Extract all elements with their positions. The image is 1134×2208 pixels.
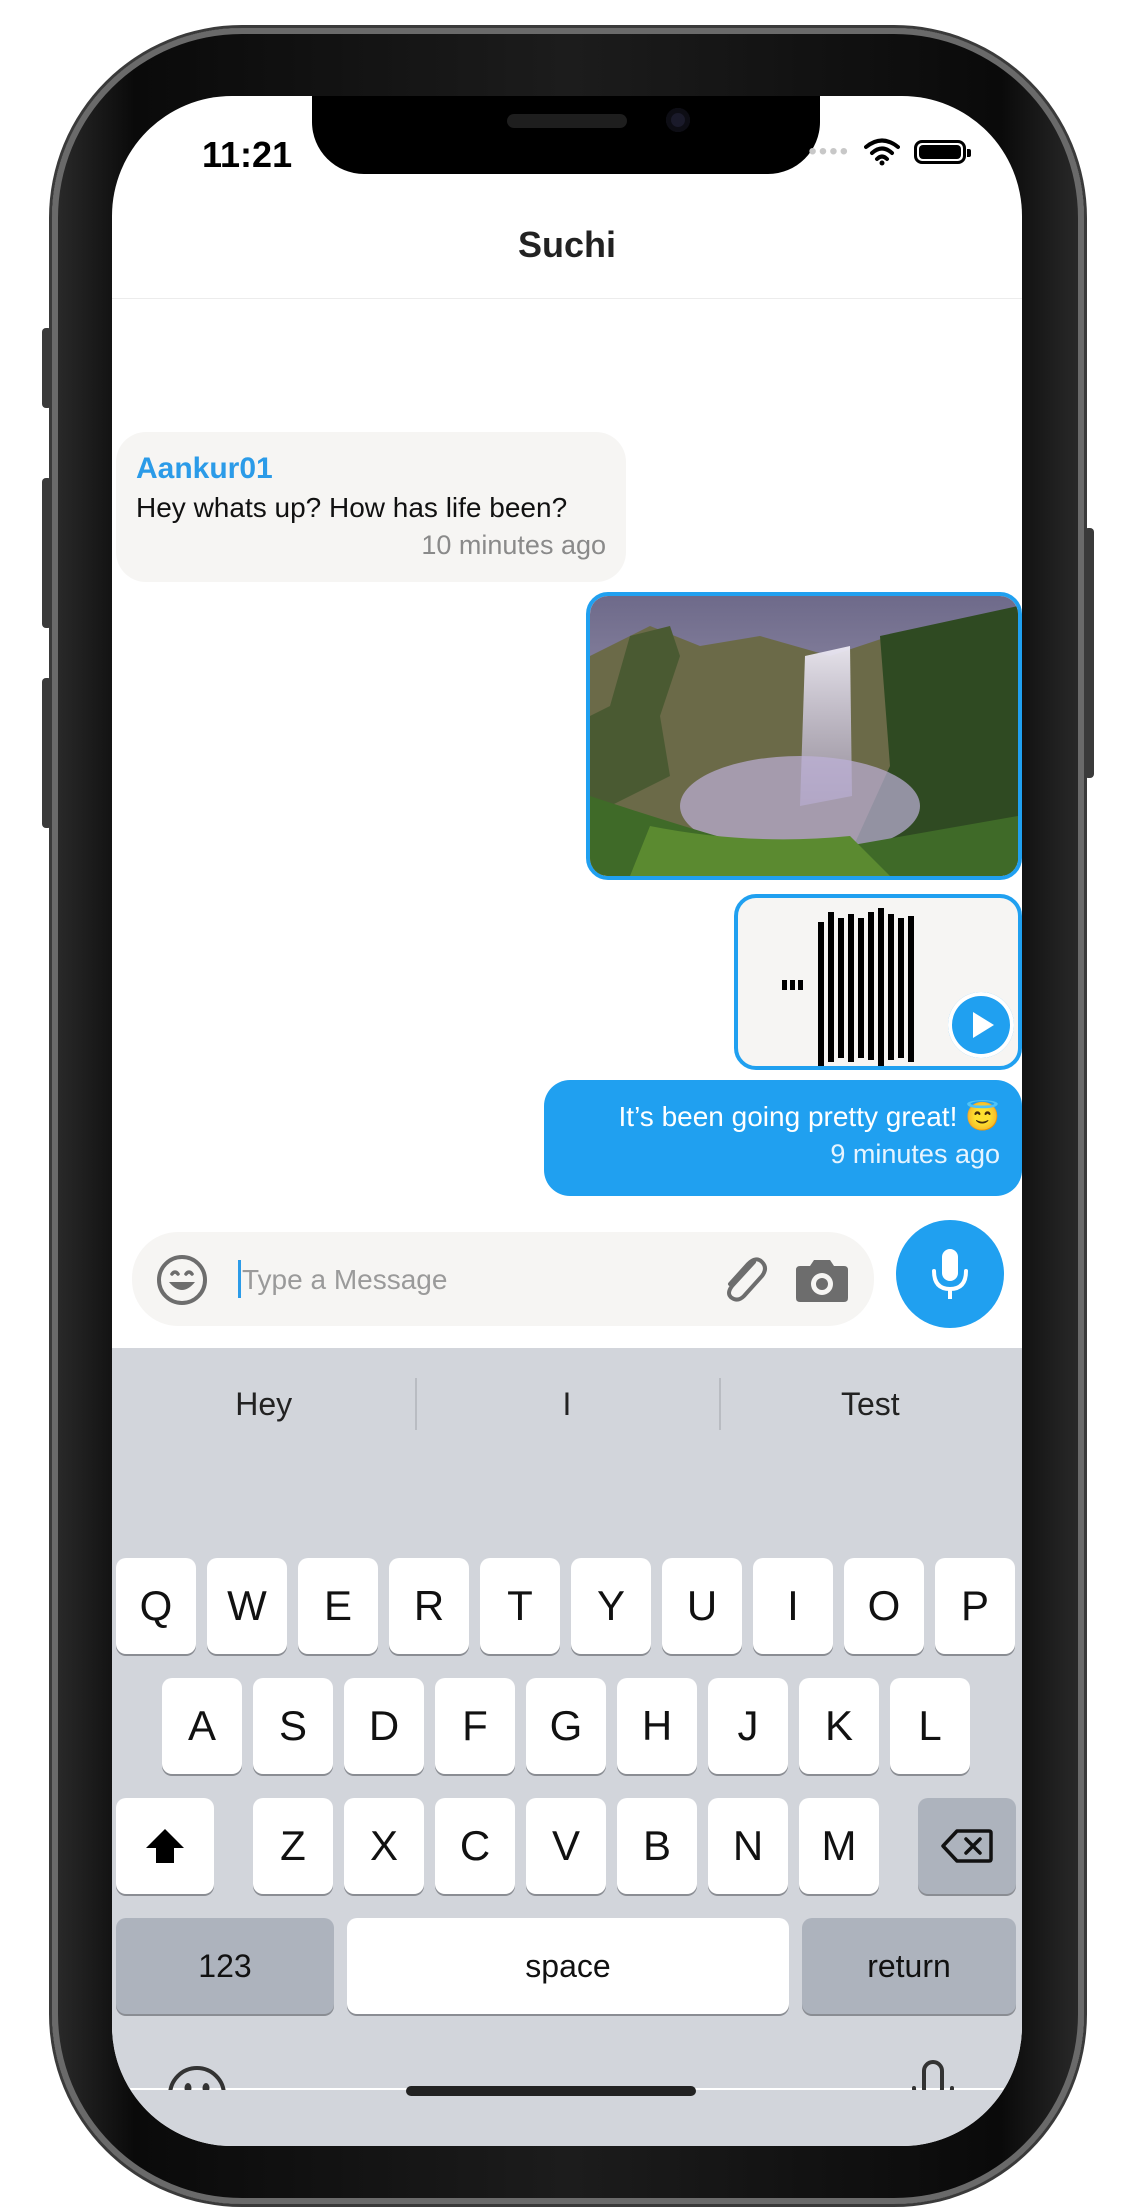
- signal-dots-icon: ••••: [808, 138, 850, 165]
- emoji-icon[interactable]: [156, 1254, 208, 1306]
- predictive-suggestions: Hey I Test: [112, 1348, 1022, 1460]
- mute-switch: [42, 328, 52, 408]
- message-text: It’s been going pretty great! 😇: [618, 1101, 1000, 1132]
- key-y[interactable]: Y: [571, 1558, 651, 1654]
- key-d[interactable]: D: [344, 1678, 424, 1774]
- audio-message[interactable]: [734, 894, 1022, 1070]
- backspace-icon: [941, 1829, 993, 1863]
- paperclip-icon[interactable]: [718, 1252, 770, 1306]
- key-s[interactable]: S: [253, 1678, 333, 1774]
- key-h[interactable]: H: [617, 1678, 697, 1774]
- text-caret: [238, 1260, 241, 1298]
- chat-title: Suchi: [517, 224, 616, 265]
- record-audio-button[interactable]: [896, 1220, 1004, 1328]
- key-f[interactable]: F: [435, 1678, 515, 1774]
- volume-down-button: [42, 678, 52, 828]
- screen: 11:21 •••• Suchi Aankur01 Hey whats up? …: [112, 96, 1022, 2146]
- return-key[interactable]: return: [802, 1918, 1016, 2014]
- key-a[interactable]: A: [162, 1678, 242, 1774]
- battery-icon: [914, 140, 971, 164]
- message-composer: Type a Message: [132, 1232, 874, 1326]
- key-j[interactable]: J: [708, 1678, 788, 1774]
- key-x[interactable]: X: [344, 1798, 424, 1894]
- chat-header: Suchi: [112, 216, 1022, 299]
- suggestion-3[interactable]: Test: [718, 1348, 1022, 1460]
- key-b[interactable]: B: [617, 1798, 697, 1894]
- key-m[interactable]: M: [799, 1798, 879, 1894]
- status-time: 11:21: [202, 134, 293, 175]
- camera-icon[interactable]: [792, 1256, 852, 1304]
- waterfall-photo: [590, 596, 1018, 876]
- image-message[interactable]: [586, 592, 1022, 880]
- key-p[interactable]: P: [935, 1558, 1015, 1654]
- shift-icon: [146, 1829, 184, 1863]
- space-key[interactable]: space: [347, 1918, 789, 2014]
- shift-key[interactable]: [116, 1798, 214, 1894]
- key-l[interactable]: L: [890, 1678, 970, 1774]
- key-w[interactable]: W: [207, 1558, 287, 1654]
- incoming-message-bubble[interactable]: Aankur01 Hey whats up? How has life been…: [116, 432, 626, 582]
- play-button[interactable]: [948, 992, 1014, 1058]
- key-c[interactable]: C: [435, 1798, 515, 1894]
- microphone-icon: [932, 1249, 968, 1299]
- notch: [312, 96, 820, 174]
- wifi-icon: [864, 138, 900, 166]
- key-v[interactable]: V: [526, 1798, 606, 1894]
- key-r[interactable]: R: [389, 1558, 469, 1654]
- speaker: [507, 114, 627, 128]
- key-o[interactable]: O: [844, 1558, 924, 1654]
- play-icon: [973, 1012, 994, 1038]
- message-time: 9 minutes ago: [830, 1139, 1000, 1169]
- message-sender: Aankur01: [136, 452, 273, 485]
- key-z[interactable]: Z: [253, 1798, 333, 1894]
- key-t[interactable]: T: [480, 1558, 560, 1654]
- volume-up-button: [42, 478, 52, 628]
- suggestion-2[interactable]: I: [415, 1348, 718, 1460]
- home-indicator[interactable]: [406, 2086, 696, 2096]
- numbers-key[interactable]: 123: [116, 1918, 334, 2014]
- message-text: Hey whats up? How has life been?: [136, 492, 568, 523]
- key-n[interactable]: N: [708, 1798, 788, 1894]
- front-camera: [666, 108, 690, 132]
- key-g[interactable]: G: [526, 1678, 606, 1774]
- key-k[interactable]: K: [799, 1678, 879, 1774]
- outgoing-message-bubble[interactable]: It’s been going pretty great! 😇 9 minute…: [544, 1080, 1022, 1196]
- key-q[interactable]: Q: [116, 1558, 196, 1654]
- keyboard: Hey I Test Q W E R T Y U I O P A S D F G…: [112, 1348, 1022, 2124]
- key-i[interactable]: I: [753, 1558, 833, 1654]
- key-u[interactable]: U: [662, 1558, 742, 1654]
- backspace-key[interactable]: [918, 1798, 1016, 1894]
- suggestion-1[interactable]: Hey: [112, 1348, 415, 1460]
- keyboard-bottom-strip: [112, 2090, 1022, 2146]
- message-time: 10 minutes ago: [421, 530, 606, 560]
- power-button: [1084, 528, 1094, 778]
- message-input[interactable]: Type a Message: [242, 1264, 447, 1296]
- key-e[interactable]: E: [298, 1558, 378, 1654]
- status-icons: ••••: [808, 138, 971, 166]
